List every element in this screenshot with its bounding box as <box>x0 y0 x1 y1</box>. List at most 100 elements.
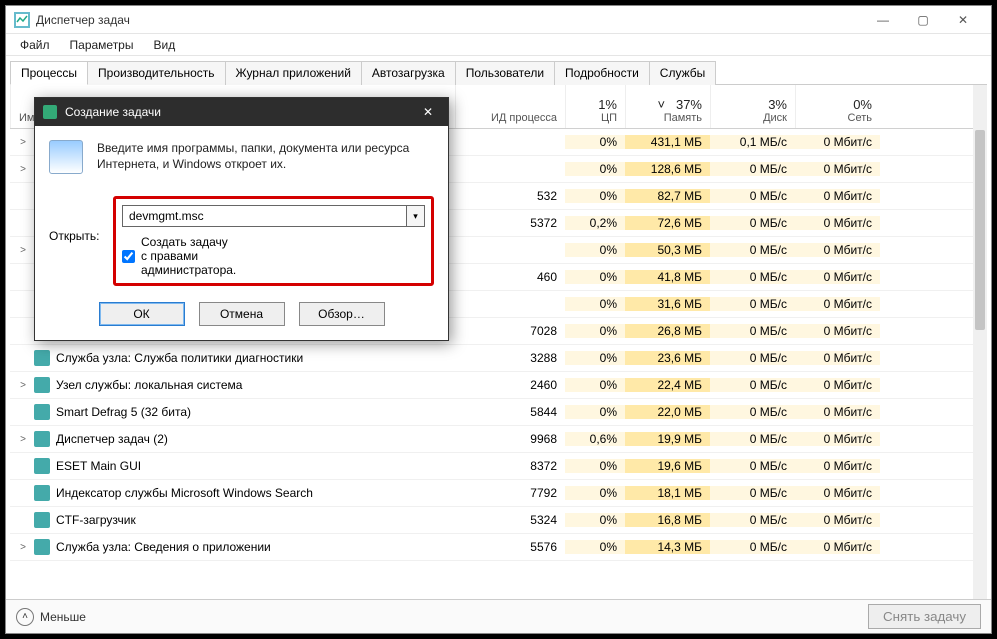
disk-cell: 0 МБ/с <box>710 243 795 257</box>
menu-view[interactable]: Вид <box>145 36 183 54</box>
cpu-cell: 0% <box>565 513 625 527</box>
highlighted-area: ▾ Создать задачу с правами администратор… <box>113 196 434 286</box>
process-icon <box>34 485 50 501</box>
process-icon <box>34 377 50 393</box>
process-icon <box>34 512 50 528</box>
network-cell: 0 Мбит/с <box>795 540 880 554</box>
cpu-cell: 0,2% <box>565 216 625 230</box>
process-name: CTF-загрузчик <box>56 513 136 527</box>
process-name: ESET Main GUI <box>56 459 141 473</box>
admin-checkbox-label: Создать задачу с правами администратора. <box>141 235 236 277</box>
cpu-cell: 0% <box>565 405 625 419</box>
expand-icon[interactable]: > <box>18 380 28 391</box>
process-icon <box>34 458 50 474</box>
table-row[interactable]: Служба узла: Служба политики диагностики… <box>10 345 987 372</box>
admin-checkbox[interactable] <box>122 250 135 263</box>
network-cell: 0 Мбит/с <box>795 216 880 230</box>
network-cell: 0 Мбит/с <box>795 135 880 149</box>
process-icon <box>34 350 50 366</box>
tab-apphistory[interactable]: Журнал приложений <box>225 61 362 85</box>
memory-cell: 50,3 МБ <box>625 243 710 257</box>
cpu-cell: 0% <box>565 486 625 500</box>
tab-startup[interactable]: Автозагрузка <box>361 61 456 85</box>
process-name: Узел службы: локальная система <box>56 378 242 392</box>
cancel-button[interactable]: Отмена <box>199 302 285 326</box>
cpu-cell: 0% <box>565 243 625 257</box>
network-cell: 0 Мбит/с <box>795 351 880 365</box>
network-cell: 0 Мбит/с <box>795 243 880 257</box>
memory-cell: 431,1 МБ <box>625 135 710 149</box>
minimize-button[interactable]: — <box>863 8 903 32</box>
process-name: Диспетчер задач (2) <box>56 432 168 446</box>
col-cpu[interactable]: 1%ЦП <box>565 85 625 128</box>
pid-cell: 5844 <box>455 405 565 419</box>
network-cell: 0 Мбит/с <box>795 297 880 311</box>
table-row[interactable]: >Диспетчер задач (2)99680,6%19,9 МБ0 МБ/… <box>10 426 987 453</box>
less-details-button[interactable]: ˄ Меньше <box>16 608 86 626</box>
table-row[interactable]: CTF-загрузчик53240%16,8 МБ0 МБ/с0 Мбит/с <box>10 507 987 534</box>
browse-button[interactable]: Обзор… <box>299 302 385 326</box>
expand-icon[interactable]: > <box>18 164 28 175</box>
table-row[interactable]: >Узел службы: локальная система24600%22,… <box>10 372 987 399</box>
cpu-cell: 0% <box>565 189 625 203</box>
disk-cell: 0 МБ/с <box>710 486 795 500</box>
expand-icon[interactable]: > <box>18 137 28 148</box>
expand-icon[interactable]: > <box>18 542 28 553</box>
ok-button[interactable]: ОК <box>99 302 185 326</box>
dialog-close-button[interactable]: ✕ <box>416 105 440 119</box>
col-disk[interactable]: 3%Диск <box>710 85 795 128</box>
expand-icon[interactable]: > <box>18 434 28 445</box>
footer: ˄ Меньше Снять задачу <box>6 599 991 633</box>
network-cell: 0 Мбит/с <box>795 513 880 527</box>
cpu-cell: 0% <box>565 540 625 554</box>
memory-cell: 82,7 МБ <box>625 189 710 203</box>
memory-cell: 26,8 МБ <box>625 324 710 338</box>
end-task-button[interactable]: Снять задачу <box>868 604 981 629</box>
less-label: Меньше <box>40 610 86 624</box>
tab-details[interactable]: Подробности <box>554 61 650 85</box>
tab-services[interactable]: Службы <box>649 61 716 85</box>
tabs: Процессы Производительность Журнал прило… <box>10 60 987 85</box>
tab-users[interactable]: Пользователи <box>455 61 555 85</box>
maximize-button[interactable]: ▢ <box>903 8 943 32</box>
admin-checkbox-row[interactable]: Создать задачу с правами администратора. <box>122 235 178 277</box>
network-cell: 0 Мбит/с <box>795 459 880 473</box>
pid-cell: 8372 <box>455 459 565 473</box>
col-pid[interactable]: ИД процесса <box>455 85 565 128</box>
menu-file[interactable]: Файл <box>12 36 58 54</box>
process-name: Служба узла: Сведения о приложении <box>56 540 271 554</box>
col-network[interactable]: 0%Сеть <box>795 85 880 128</box>
run-icon <box>43 105 57 119</box>
dialog-title: Создание задачи <box>65 105 408 119</box>
cpu-cell: 0% <box>565 324 625 338</box>
pid-cell: 5324 <box>455 513 565 527</box>
network-cell: 0 Мбит/с <box>795 324 880 338</box>
disk-cell: 0 МБ/с <box>710 513 795 527</box>
tab-performance[interactable]: Производительность <box>87 61 225 85</box>
col-memory[interactable]: ˅ 37%Память <box>625 85 710 128</box>
table-row[interactable]: ESET Main GUI83720%19,6 МБ0 МБ/с0 Мбит/с <box>10 453 987 480</box>
process-icon <box>34 539 50 555</box>
memory-cell: 18,1 МБ <box>625 486 710 500</box>
table-row[interactable]: >Служба узла: Сведения о приложении55760… <box>10 534 987 561</box>
network-cell: 0 Мбит/с <box>795 162 880 176</box>
open-dropdown-button[interactable]: ▾ <box>407 205 425 227</box>
dialog-titlebar[interactable]: Создание задачи ✕ <box>35 98 448 126</box>
dialog-description: Введите имя программы, папки, документа … <box>97 140 434 174</box>
disk-cell: 0 МБ/с <box>710 270 795 284</box>
scrollbar-thumb[interactable] <box>975 130 985 330</box>
table-row[interactable]: Smart Defrag 5 (32 бита)58440%22,0 МБ0 М… <box>10 399 987 426</box>
close-button[interactable]: ✕ <box>943 8 983 32</box>
open-input[interactable] <box>122 205 407 227</box>
table-row[interactable]: Индексатор службы Microsoft Windows Sear… <box>10 480 987 507</box>
menu-params[interactable]: Параметры <box>62 36 142 54</box>
network-cell: 0 Мбит/с <box>795 189 880 203</box>
expand-icon[interactable]: > <box>18 245 28 256</box>
pid-cell: 460 <box>455 270 565 284</box>
titlebar[interactable]: Диспетчер задач — ▢ ✕ <box>6 6 991 34</box>
network-cell: 0 Мбит/с <box>795 405 880 419</box>
memory-cell: 31,6 МБ <box>625 297 710 311</box>
cpu-cell: 0% <box>565 459 625 473</box>
scrollbar[interactable] <box>973 85 987 599</box>
tab-processes[interactable]: Процессы <box>10 61 88 85</box>
